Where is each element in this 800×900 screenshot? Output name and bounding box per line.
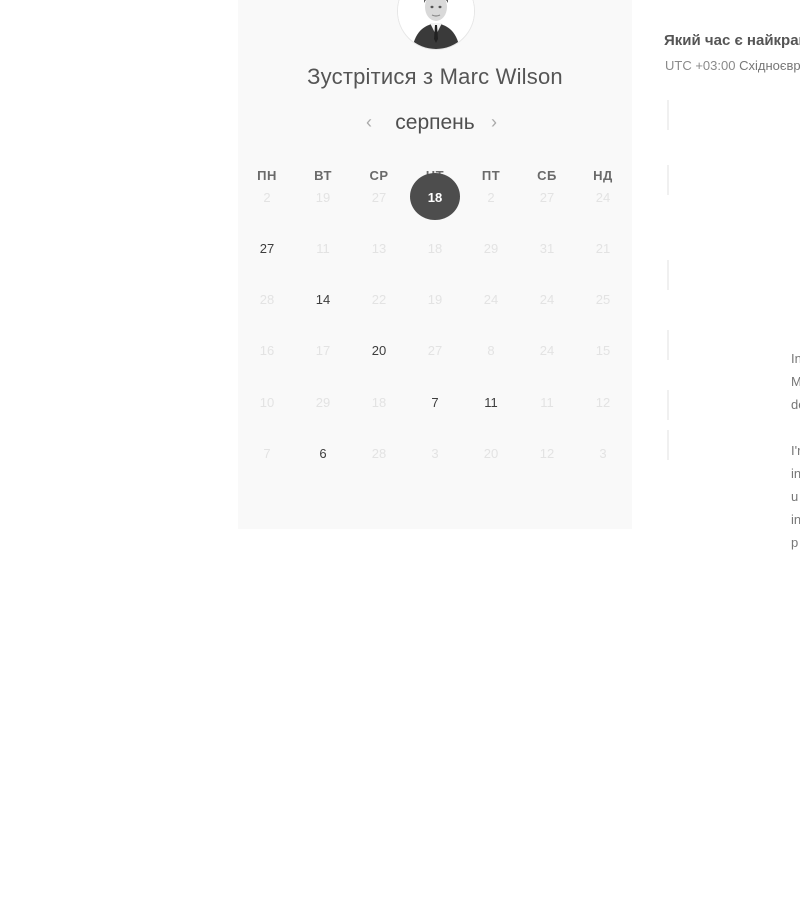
calendar-day: 29 (483, 241, 499, 256)
calendar-day-selected[interactable]: 18 (415, 188, 455, 208)
weekday-fri: ПТ (481, 168, 501, 183)
month-label: серпень (395, 111, 475, 134)
description-line: I'r (791, 443, 800, 458)
description-line (791, 416, 800, 439)
calendar-day: 28 (259, 292, 275, 307)
time-question: Який час є найкращим (664, 32, 800, 49)
time-slot[interactable] (667, 260, 669, 290)
calendar-day: 24 (595, 190, 611, 205)
calendar-day[interactable]: 20 (359, 341, 399, 361)
calendar-week: 7 6 28 3 20 12 3 (240, 444, 630, 474)
description-line: In (791, 351, 800, 366)
time-slot[interactable] (667, 390, 669, 420)
calendar-day: 2 (487, 190, 495, 205)
calendar-day: 24 (539, 292, 555, 307)
time-slots-column: Який час є найкращим UTC +03:00 Східноєв… (663, 0, 800, 900)
calendar-day: 19 (427, 292, 443, 307)
calendar-day[interactable]: 7 (415, 393, 455, 413)
calendar-day: 10 (259, 395, 275, 410)
calendar-week: 28 14 22 19 24 24 25 (240, 290, 630, 320)
calendar-week: 27 11 13 18 29 31 21 (240, 239, 630, 269)
description-line: in (791, 512, 800, 527)
calendar-day: 16 (259, 343, 275, 358)
calendar-day: 22 (371, 292, 387, 307)
description-line: de (791, 397, 800, 412)
calendar-day: 11 (540, 395, 554, 410)
chevron-right-icon[interactable]: › (491, 110, 497, 134)
calendar-day: 28 (371, 446, 387, 461)
calendar-day: 21 (595, 241, 611, 256)
calendar-day: 18 (427, 241, 443, 256)
calendar-day: 12 (539, 446, 555, 461)
host-description: In M de I'r in u in p (791, 347, 800, 554)
time-slot[interactable] (667, 430, 669, 460)
calendar-day: 27 (539, 190, 555, 205)
calendar-day: 17 (315, 343, 331, 358)
calendar-day: 2 (263, 190, 271, 205)
calendar-day: 25 (595, 292, 611, 307)
calendar-day: 8 (487, 343, 495, 358)
calendar-week: 16 17 20 27 8 24 15 (240, 341, 630, 371)
weekday-mon: ПН (257, 168, 277, 183)
calendar-day: 3 (431, 446, 439, 461)
calendar-day: 3 (599, 446, 607, 461)
calendar-day: 15 (595, 343, 611, 358)
weekday-tue: ВТ (314, 168, 332, 183)
calendar-day: 7 (263, 446, 271, 461)
weekday-sun: НД (593, 168, 613, 183)
timezone-name: Східноєвропейський час (739, 58, 800, 73)
calendar-day: 27 (371, 190, 387, 205)
description-line: in (791, 466, 800, 481)
description-line: u (791, 489, 799, 504)
calendar-day: 13 (371, 241, 387, 256)
calendar-day: 27 (427, 343, 443, 358)
calendar-day[interactable]: 14 (303, 290, 343, 310)
calendar-day: 12 (595, 395, 611, 410)
month-navigation: ‹ серпень › (238, 108, 632, 138)
page-title: Зустрітися з Marc Wilson (307, 64, 563, 89)
weekday-sat: СБ (537, 168, 557, 183)
calendar-day: 11 (316, 241, 330, 256)
time-slot[interactable] (667, 330, 669, 360)
description-line: M (791, 374, 800, 389)
calendar-day: 18 (371, 395, 387, 410)
calendar-week: 10 29 18 7 11 11 12 (240, 393, 630, 423)
description-line: p (791, 535, 799, 550)
timezone-offset: UTC +03:00 (665, 58, 736, 73)
calendar-day: 20 (483, 446, 499, 461)
calendar-day[interactable]: 27 (247, 239, 287, 259)
time-slot[interactable] (667, 100, 669, 130)
calendar-day: 24 (539, 343, 555, 358)
timezone-selector[interactable]: UTC +03:00 Східноєвропейський час (665, 58, 800, 73)
calendar-week: 2 19 27 18 2 27 24 (240, 188, 630, 218)
calendar-day: 19 (315, 190, 331, 205)
calendar-day: 29 (315, 395, 331, 410)
calendar-day: 31 (539, 241, 555, 256)
calendar-day[interactable]: 11 (471, 393, 511, 413)
calendar-day[interactable]: 6 (303, 444, 343, 464)
calendar-day: 24 (483, 292, 499, 307)
time-slot[interactable] (667, 165, 669, 195)
weekday-wed: СР (369, 168, 389, 183)
